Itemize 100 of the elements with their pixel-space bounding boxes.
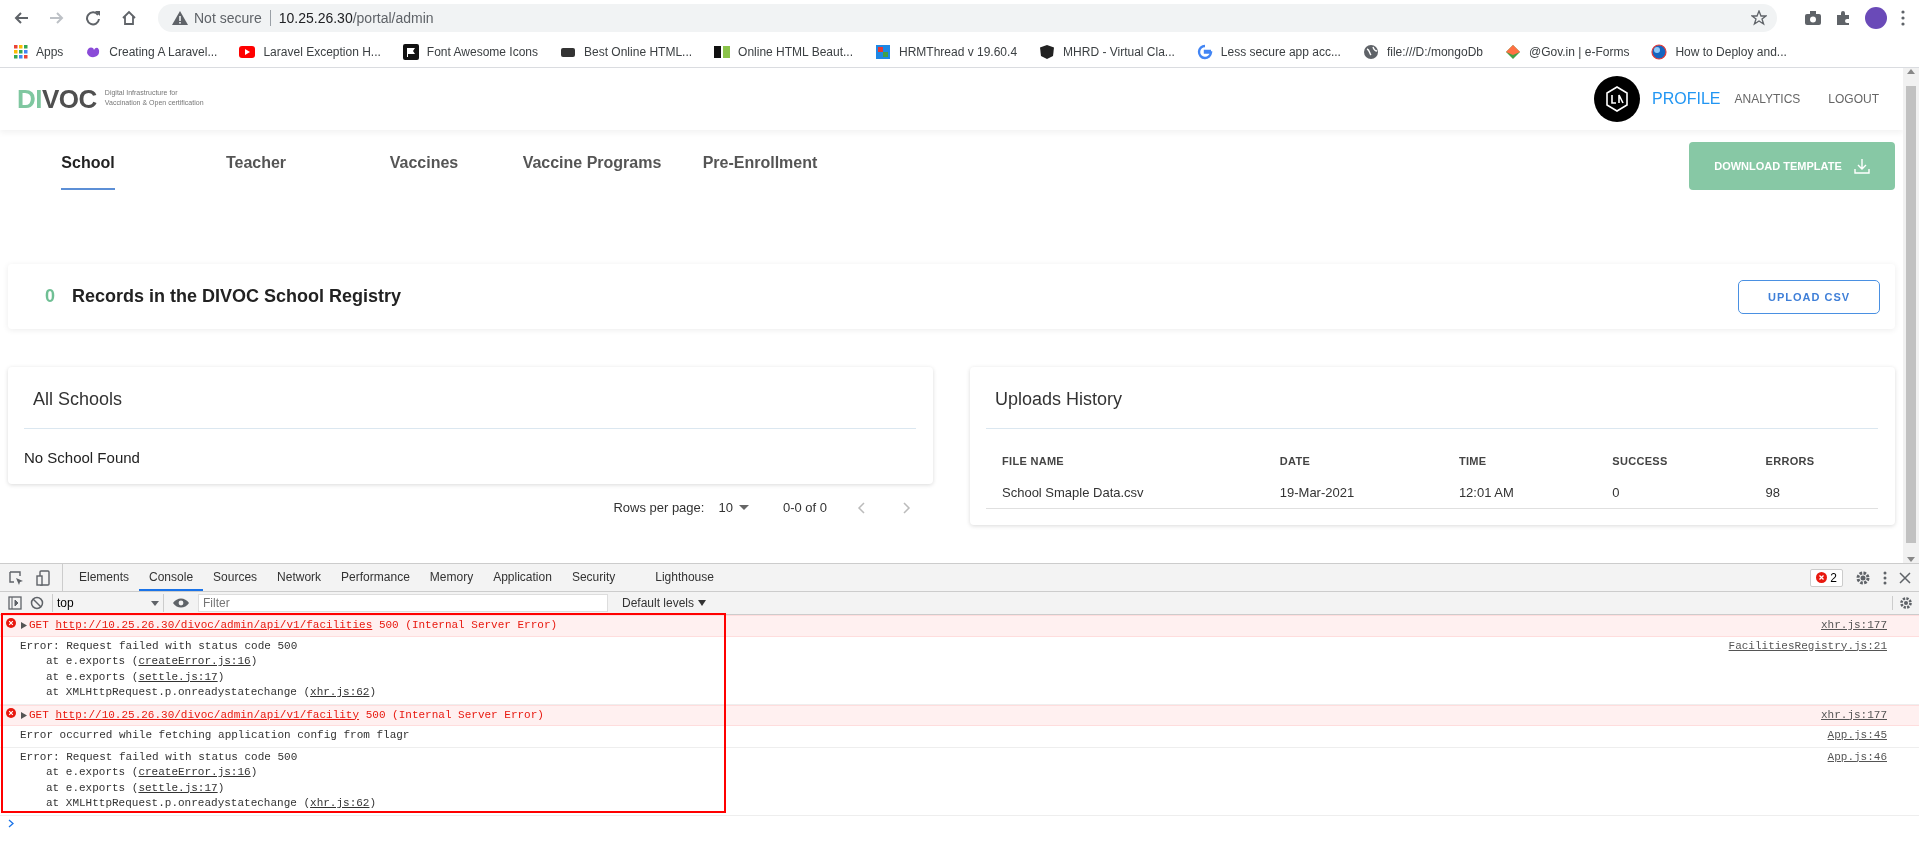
scroll-up-icon[interactable] — [1907, 68, 1915, 74]
table-cell: School Smaple Data.csv — [986, 481, 1264, 509]
sidebar-toggle-icon[interactable] — [8, 596, 22, 610]
devtools-tab[interactable]: Network — [267, 564, 332, 591]
dropdown-caret-icon — [698, 600, 707, 606]
devtools-tab[interactable]: Security — [561, 564, 626, 591]
source-link[interactable]: createError.js:16 — [138, 655, 251, 667]
upload-csv-button[interactable]: UPLOAD CSV — [1738, 279, 1880, 314]
record-count: 0 — [45, 286, 55, 307]
rows-per-page-label: Rows per page: — [613, 500, 705, 515]
flag-icon[interactable] — [402, 43, 419, 60]
more-icon[interactable] — [1883, 570, 1887, 585]
apps-grid-icon[interactable] — [14, 44, 28, 59]
error-message: GET http://10.25.26.30/divoc/admin/api/v1/facilities 500 (Internal Server Error) — [29, 618, 558, 633]
rows-per-page-select[interactable]: 10 — [718, 500, 749, 515]
stack-line: at e.exports (createError.js:16) — [45, 765, 259, 780]
tab[interactable]: Teacher — [225, 154, 287, 190]
back-arrow-icon[interactable] — [13, 10, 29, 26]
request-url-link[interactable]: http://10.25.26.30/divoc/admin/api/v1/facilities — [55, 619, 373, 631]
bookmark[interactable]: @Gov.in | e-Forms — [1505, 43, 1630, 60]
reload-icon[interactable] — [85, 10, 101, 26]
source-link[interactable]: xhr.js:62 — [310, 797, 370, 809]
bookmark[interactable]: Best Online HTML... — [560, 44, 693, 59]
devtools-tab[interactable]: Lighthouse — [645, 564, 724, 591]
home-icon[interactable] — [121, 10, 137, 26]
eye-icon[interactable] — [172, 597, 190, 609]
request-url-link[interactable]: http://10.25.26.30/divoc/admin/api/v1/facility — [55, 708, 360, 721]
source-link[interactable]: xhr.js:177 — [1821, 618, 1887, 634]
bookmark[interactable]: Font Awesome Icons — [402, 43, 538, 60]
expand-icon[interactable] — [21, 622, 27, 630]
inspect-icon[interactable] — [8, 569, 24, 586]
globe-icon[interactable] — [1362, 43, 1379, 60]
tab[interactable]: Pre-Enrollment — [702, 154, 818, 190]
bookmark[interactable]: Less secure app acc... — [1196, 43, 1341, 60]
site-icon[interactable] — [560, 45, 576, 58]
devtools-tab[interactable]: Application — [483, 564, 562, 591]
summary-title: Records in the DIVOC School Registry — [72, 286, 402, 307]
column-header: ERRORS — [1764, 455, 1816, 469]
tab[interactable]: Vaccine Programs — [522, 154, 662, 190]
nav-link[interactable]: LOGOUT — [1800, 92, 1879, 106]
address-bar[interactable]: Not secure 10.25.26.30/portal/admin — [158, 4, 1777, 32]
log-levels-dropdown[interactable]: Default levels — [616, 595, 713, 611]
profile-avatar[interactable] — [1865, 7, 1887, 29]
shield-icon[interactable] — [1039, 43, 1056, 60]
url-text: 10.25.26.30/portal/admin — [278, 10, 435, 26]
nav-link[interactable]: ANALYTICS — [1720, 92, 1801, 106]
source-link[interactable]: settle.js:17 — [138, 781, 218, 794]
more-icon[interactable] — [1901, 10, 1905, 26]
column-header: FILE NAME — [1001, 455, 1065, 469]
bookmark[interactable]: Apps — [14, 44, 64, 59]
source-link[interactable]: xhr.js:177 — [1821, 707, 1887, 723]
devtools-tab[interactable]: Memory — [419, 564, 484, 591]
error-icon — [6, 707, 16, 718]
bookmark[interactable]: Online HTML Beaut... — [714, 44, 853, 59]
source-link[interactable]: App.js:45 — [1827, 728, 1887, 744]
logo-badge-icon — [1594, 76, 1641, 122]
bookmark[interactable]: HRMThread v 19.60.4 — [875, 43, 1018, 60]
devtools-tab[interactable]: Sources — [203, 564, 268, 591]
puzzle-icon[interactable] — [1835, 10, 1851, 26]
settings-icon[interactable] — [1855, 569, 1871, 586]
source-link[interactable]: settle.js:17 — [138, 670, 218, 683]
devtools-tab[interactable]: Elements — [69, 564, 140, 591]
globe-icon[interactable] — [1651, 43, 1668, 60]
download-icon — [1853, 158, 1870, 174]
bookmark[interactable]: Laravel Exception H... — [239, 44, 381, 59]
source-link[interactable]: FacilitiesRegistry.js:21 — [1728, 638, 1887, 654]
context-select[interactable]: top — [52, 594, 164, 612]
expand-icon[interactable] — [21, 711, 27, 719]
source-link[interactable]: xhr.js:62 — [310, 686, 370, 698]
close-icon[interactable] — [1899, 571, 1911, 584]
empty-message: No School Found — [24, 448, 141, 468]
clear-console-icon[interactable] — [30, 596, 44, 610]
stack-line: at XMLHttpRequest.p.onreadystatechange (xhr.js:62) — [45, 685, 378, 700]
error-count-badge[interactable]: 2 — [1810, 568, 1843, 587]
scrollbar[interactable] — [1903, 68, 1919, 563]
stack-line: at e.exports (settle.js:17) — [45, 669, 226, 685]
dropdown-caret-icon — [151, 600, 159, 606]
filter-field[interactable]: Filter — [198, 594, 608, 612]
star-icon[interactable] — [1751, 10, 1767, 26]
log-message: Error: Request failed with status code 500 — [20, 638, 299, 654]
devtools-tab[interactable]: Performance — [331, 564, 420, 591]
site-icon[interactable] — [714, 44, 731, 59]
play-icon[interactable] — [239, 45, 256, 58]
tab[interactable]: School — [61, 154, 115, 190]
bookmark[interactable]: Creating A Laravel... — [85, 43, 218, 60]
device-icon[interactable] — [36, 569, 52, 586]
source-link[interactable]: createError.js:16 — [138, 766, 251, 778]
error-message: GET http://10.25.26.30/divoc/admin/api/v1/facility 500 (Internal Server Error) — [29, 707, 544, 723]
stack-line: at e.exports (createError.js:16) — [45, 654, 259, 669]
bookmark[interactable]: MHRD - Virtual Cla... — [1039, 43, 1175, 60]
error-icon — [6, 618, 16, 628]
source-link[interactable]: App.js:46 — [1827, 749, 1887, 765]
settings-icon[interactable] — [1899, 596, 1913, 610]
log-message: Error occurred while fetching application config from flagr — [20, 728, 411, 743]
bookmark[interactable]: file:///D:/mongoDb — [1362, 43, 1483, 60]
tab[interactable]: Vaccines — [389, 154, 459, 190]
camera-icon[interactable] — [1805, 11, 1821, 25]
bookmark[interactable]: How to Deploy and... — [1651, 43, 1787, 60]
card-title: All Schools — [24, 389, 916, 429]
caret-icon — [738, 505, 749, 510]
